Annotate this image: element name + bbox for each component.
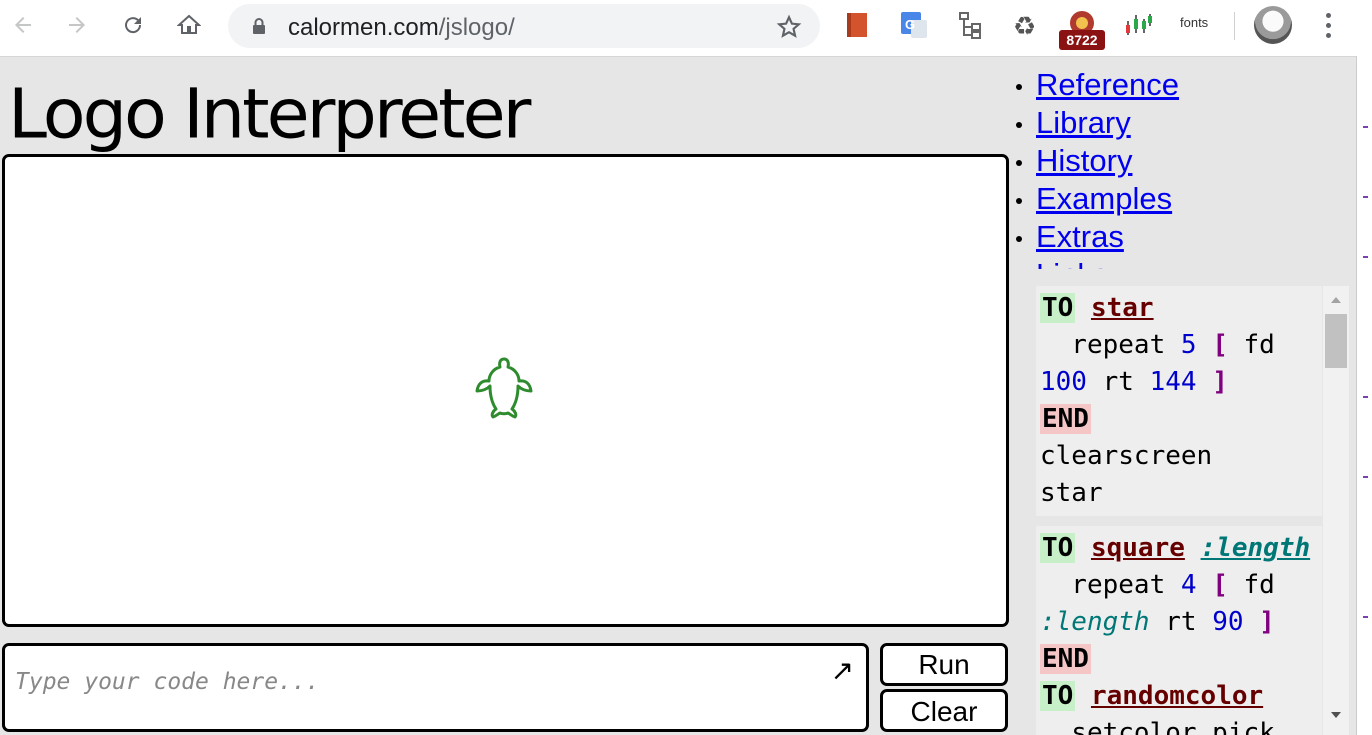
adjacent-window-edge <box>1356 56 1372 735</box>
page-title: Logo Interpreter <box>8 73 531 155</box>
parameter-name: :length <box>1200 533 1311 563</box>
home-icon[interactable] <box>172 8 206 42</box>
code-line: TO randomcolor <box>1040 678 1322 715</box>
links-link[interactable]: Links <box>1036 257 1108 269</box>
fonts-extension-label[interactable]: fonts <box>1180 15 1208 30</box>
code-line: TO square :length <box>1040 530 1322 567</box>
lock-icon <box>253 18 265 34</box>
keyword-to: TO <box>1040 681 1076 711</box>
keyword-end: END <box>1040 404 1091 434</box>
procedure-name[interactable]: star <box>1091 293 1154 323</box>
library-link[interactable]: Library <box>1036 105 1131 140</box>
keyword-to: TO <box>1040 293 1076 323</box>
history-link[interactable]: History <box>1036 143 1132 178</box>
nav-item-examples: Examples <box>1016 180 1356 218</box>
turtle-icon <box>475 357 533 419</box>
code-line: repeat 4 [ fd <box>1040 570 1275 600</box>
code-input-box[interactable]: ↗ <box>2 643 869 732</box>
extras-link[interactable]: Extras <box>1036 219 1124 254</box>
nav-links: Reference Library History Examples Extra… <box>1016 66 1356 269</box>
example-star[interactable]: TO star repeat 5 [ fd 100 rt 144 ] END c… <box>1036 286 1322 516</box>
examples-panel: TO star repeat 5 [ fd 100 rt 144 ] END c… <box>1036 286 1322 735</box>
bookmark-star-icon[interactable] <box>776 14 802 40</box>
reload-icon[interactable] <box>116 8 150 42</box>
nav-item-library: Library <box>1016 104 1356 142</box>
translate-extension-icon[interactable]: G <box>898 8 930 42</box>
procedure-name[interactable]: randomcolor <box>1091 681 1263 711</box>
extension-badge: 8722 <box>1059 30 1105 50</box>
code-line: setcolor pick <box>1040 718 1275 735</box>
keyword-end: END <box>1040 644 1091 674</box>
svg-text:G: G <box>905 17 915 32</box>
code-line: 100 rt 144 ] <box>1040 367 1228 397</box>
code-line: repeat 5 [ fd <box>1040 330 1275 360</box>
candlestick-extension-icon[interactable] <box>1122 8 1154 42</box>
url-text: calormen.com/jslogo/ <box>288 14 515 41</box>
example-square[interactable]: TO square :length repeat 4 [ fd :length … <box>1036 526 1322 735</box>
recycle-extension-icon[interactable]: ♻ <box>1010 8 1042 42</box>
tree-extension-icon[interactable] <box>955 8 985 42</box>
profile-avatar[interactable] <box>1254 6 1292 44</box>
scroll-thumb[interactable] <box>1325 314 1347 368</box>
code-line: TO star <box>1040 290 1322 327</box>
code-line: END <box>1040 401 1322 438</box>
reference-link[interactable]: Reference <box>1036 67 1179 102</box>
toolbar-separator <box>1234 12 1235 40</box>
nav-item-reference: Reference <box>1016 66 1356 104</box>
clear-button[interactable]: Clear <box>880 689 1008 732</box>
code-line: star <box>1040 478 1103 508</box>
nav-item-extras: Extras <box>1016 218 1356 256</box>
browser-menu-icon[interactable] <box>1318 10 1338 40</box>
browser-toolbar: calormen.com/jslogo/ G ♻ 8722 fonts <box>0 0 1372 57</box>
keyword-to: TO <box>1040 533 1076 563</box>
run-button[interactable]: Run <box>880 643 1008 686</box>
scroll-up-icon[interactable] <box>1323 290 1349 310</box>
book-extension-icon[interactable] <box>842 8 872 42</box>
code-input[interactable] <box>13 668 817 696</box>
address-bar[interactable]: calormen.com/jslogo/ <box>228 4 820 48</box>
examples-scrollbar[interactable] <box>1323 286 1349 735</box>
code-line: END <box>1040 641 1322 678</box>
svg-text:♻: ♻ <box>1013 12 1036 40</box>
nav-item-links: Links <box>1016 256 1356 269</box>
expand-icon[interactable]: ↗ <box>831 654 854 687</box>
procedure-name[interactable]: square <box>1091 533 1185 563</box>
examples-link[interactable]: Examples <box>1036 181 1172 216</box>
turtle-canvas[interactable] <box>2 154 1009 627</box>
back-arrow-icon[interactable] <box>6 8 40 42</box>
scroll-down-icon[interactable] <box>1323 705 1349 725</box>
forward-arrow-icon[interactable] <box>60 8 94 42</box>
code-line: clearscreen <box>1040 441 1213 471</box>
nav-item-history: History <box>1016 142 1356 180</box>
code-line: :length rt 90 ] <box>1040 607 1275 637</box>
